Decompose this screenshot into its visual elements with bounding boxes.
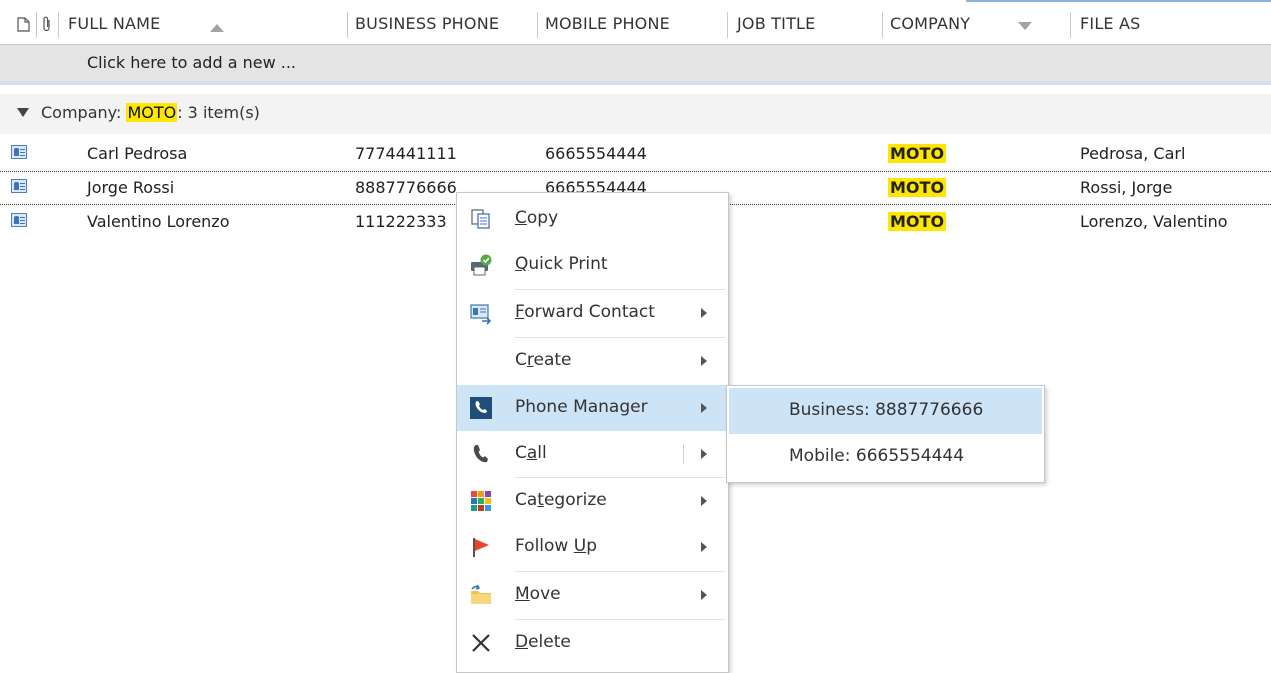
submenu-item-business[interactable]: Business: 8887776666	[729, 388, 1042, 434]
contact-card-icon	[11, 213, 27, 227]
submenu-arrow-icon	[701, 356, 707, 366]
column-header-mobile-phone[interactable]: MOBILE PHONE	[545, 0, 670, 44]
column-separator	[58, 12, 59, 38]
column-header-business-phone[interactable]: BUSINESS PHONE	[355, 0, 499, 44]
context-menu: Copy Quick Print Forward Contact Create	[456, 192, 729, 673]
group-count: : 3 item(s)	[177, 103, 260, 122]
cell-full-name: Carl Pedrosa	[87, 144, 188, 163]
column-header-file-as[interactable]: FILE AS	[1080, 0, 1141, 44]
menu-label: Categorize	[515, 490, 607, 510]
column-separator[interactable]	[347, 12, 348, 38]
submenu-arrow-icon	[701, 496, 707, 506]
cell-mobile-phone: 6665554444	[545, 144, 647, 163]
menu-item-delete[interactable]: Delete	[457, 620, 728, 666]
cell-business-phone: 7774441111	[355, 144, 457, 163]
contact-card-icon	[11, 179, 27, 193]
column-separator[interactable]	[1070, 12, 1071, 38]
menu-label: Follow Up	[515, 536, 597, 556]
group-prefix: Company:	[41, 103, 127, 122]
column-header-full-name[interactable]: FULL NAME	[68, 0, 160, 44]
forward-contact-icon	[470, 304, 492, 325]
column-separator[interactable]	[537, 12, 538, 38]
menu-item-forward-contact[interactable]: Forward Contact	[457, 290, 728, 336]
split-separator	[683, 444, 684, 464]
cell-business-phone: 111222333	[355, 212, 447, 231]
column-separator[interactable]	[882, 12, 883, 38]
submenu-label: Business: 8887776666	[789, 400, 984, 420]
menu-item-follow-up[interactable]: Follow Up	[457, 524, 728, 570]
document-icon[interactable]	[17, 17, 30, 32]
add-new-text[interactable]: Click here to add a new ...	[87, 53, 296, 72]
menu-label: Copy	[515, 208, 559, 228]
phone-manager-submenu: Business: 8887776666 Mobile: 6665554444	[726, 385, 1045, 483]
submenu-item-mobile[interactable]: Mobile: 6665554444	[729, 434, 1042, 480]
phone-manager-icon	[470, 397, 492, 419]
cell-company: MOTO	[888, 178, 947, 197]
cell-file-as: Pedrosa, Carl	[1080, 144, 1186, 163]
submenu-arrow-icon	[701, 542, 707, 552]
group-label: Company: MOTO: 3 item(s)	[41, 103, 260, 122]
contact-card-icon	[11, 145, 27, 159]
column-separator	[36, 12, 37, 38]
menu-item-create[interactable]: Create	[457, 338, 728, 384]
column-header-bar: FULL NAME BUSINESS PHONE MOBILE PHONE JO…	[0, 0, 1271, 45]
menu-label: Move	[515, 584, 561, 604]
cell-file-as: Rossi, Jorge	[1080, 178, 1173, 197]
menu-label: Phone Manager	[515, 397, 648, 417]
submenu-arrow-icon	[701, 308, 707, 318]
menu-item-call[interactable]: Call	[457, 431, 728, 477]
column-header-job-title[interactable]: JOB TITLE	[737, 0, 815, 44]
menu-label: Create	[515, 350, 572, 370]
sort-ascending-icon	[210, 24, 224, 32]
menu-item-move[interactable]: Move	[457, 572, 728, 618]
cell-company: MOTO	[888, 144, 947, 163]
cell-full-name: Valentino Lorenzo	[87, 212, 230, 231]
flag-icon	[473, 538, 489, 557]
submenu-arrow-icon	[701, 403, 707, 413]
phone-icon	[473, 445, 488, 463]
cell-business-phone: 8887776666	[355, 178, 457, 197]
copy-icon	[471, 209, 490, 229]
submenu-arrow-icon[interactable]	[701, 449, 707, 459]
submenu-arrow-icon	[701, 590, 707, 600]
menu-item-categorize[interactable]: Categorize	[457, 478, 728, 524]
cell-company: MOTO	[888, 212, 947, 231]
cell-file-as: Lorenzo, Valentino	[1080, 212, 1228, 231]
menu-item-quick-print[interactable]: Quick Print	[457, 242, 728, 288]
move-folder-icon	[471, 584, 491, 604]
categorize-icon	[471, 491, 491, 511]
collapse-triangle-icon[interactable]	[17, 108, 29, 117]
add-new-row[interactable]: Click here to add a new ...	[0, 45, 1271, 85]
delete-x-icon	[472, 634, 490, 652]
menu-label: Forward Contact	[515, 302, 655, 322]
menu-item-copy[interactable]: Copy	[457, 196, 728, 242]
submenu-label: Mobile: 6665554444	[789, 446, 965, 466]
group-name: MOTO	[126, 103, 178, 122]
paperclip-icon[interactable]	[42, 16, 52, 33]
menu-item-phone-manager[interactable]: Phone Manager	[457, 385, 728, 431]
quick-print-icon	[471, 254, 492, 276]
menu-label: Quick Print	[515, 254, 608, 274]
menu-label: Call	[515, 443, 547, 463]
group-header[interactable]: Company: MOTO: 3 item(s)	[0, 94, 1271, 134]
menu-label: Delete	[515, 632, 571, 652]
column-separator[interactable]	[727, 12, 728, 38]
cell-full-name: Jorge Rossi	[87, 178, 175, 197]
table-row[interactable]: Carl Pedrosa 7774441111 6665554444 MOTO …	[0, 137, 1271, 171]
dropdown-arrow-icon[interactable]	[1018, 22, 1032, 30]
column-header-company[interactable]: COMPANY	[890, 0, 970, 44]
